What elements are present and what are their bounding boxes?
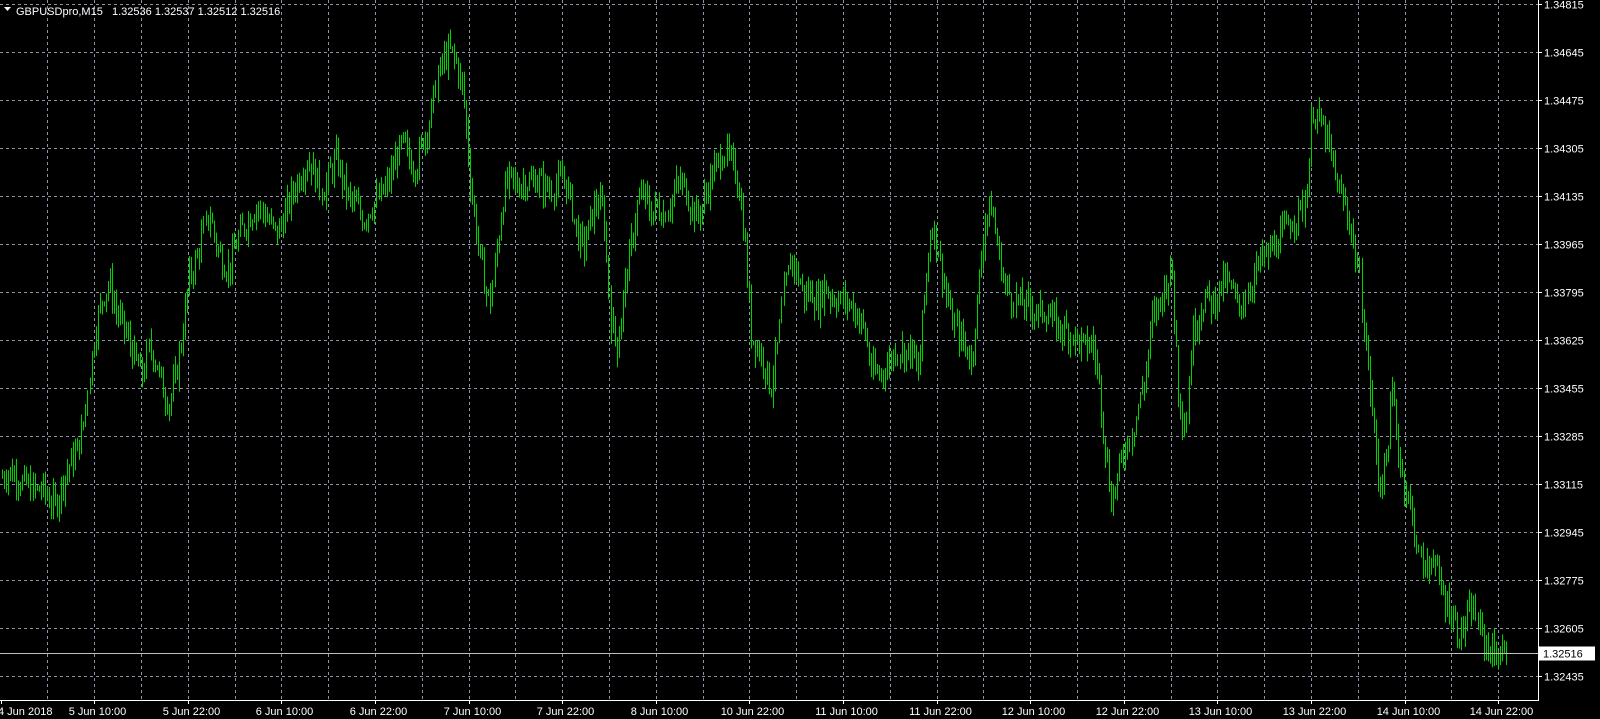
time-tick-label: 5 Jun 22:00 [163, 706, 221, 718]
price-chart[interactable]: 1.34815 1.34645 1.34475 1.34305 1.34135 1.339… [0, 0, 1600, 719]
time-tick-label: 12 Jun 22:00 [1096, 706, 1160, 718]
price-tick-label: 1.34305 [1544, 144, 1584, 156]
time-tick-label: 11 Jun 22:00 [909, 706, 972, 718]
time-tick-label: 8 Jun 10:00 [631, 706, 689, 718]
price-axis[interactable]: 1.34815 1.34645 1.34475 1.34305 1.34135 1.339… [1538, 0, 1584, 684]
time-tick-label: 11 Jun 10:00 [815, 706, 878, 718]
time-tick-label: 13 Jun 10:00 [1189, 706, 1253, 718]
price-tick-label: 1.32605 [1544, 624, 1584, 636]
chart-header: GBPUSDpro,M15 1.32536 1.32537 1.32512 1.… [4, 6, 280, 18]
time-tick-label: 14 Jun 10:00 [1377, 706, 1441, 718]
current-price-tag-text: 1.32516 [1543, 649, 1583, 661]
time-tick-label: 14 Jun 22:00 [1470, 706, 1534, 718]
time-tick-label: 7 Jun 10:00 [444, 706, 502, 718]
price-tick-label: 1.34135 [1544, 192, 1584, 204]
time-tick-label: 5 Jun 10:00 [69, 706, 127, 718]
price-tick-label: 1.33625 [1544, 336, 1584, 348]
time-tick-label: 6 Jun 22:00 [350, 706, 408, 718]
time-tick-label: 7 Jun 22:00 [537, 706, 595, 718]
symbol-label: GBPUSDpro,M15 [16, 6, 103, 18]
price-tick-label: 1.32775 [1544, 576, 1584, 588]
price-tick-label: 1.33965 [1544, 240, 1584, 252]
price-tick-label: 1.34645 [1544, 48, 1584, 60]
time-tick-label: 13 Jun 22:00 [1283, 706, 1347, 718]
time-tick-label: 10 Jun 22:00 [721, 706, 785, 718]
price-tick-label: 1.33285 [1544, 432, 1584, 444]
price-tick-label: 1.33115 [1544, 480, 1583, 492]
ohlc-values: 1.32536 1.32537 1.32512 1.32516 [112, 6, 280, 18]
time-tick-label: 12 Jun 10:00 [1002, 706, 1066, 718]
price-tick-label: 1.32435 [1544, 672, 1584, 684]
price-tick-label: 1.34815 [1544, 0, 1584, 12]
time-tick-label: 4 Jun 2018 [0, 706, 52, 718]
current-price-tag: 1.32516 [1539, 646, 1595, 661]
price-tick-label: 1.34475 [1544, 96, 1584, 108]
price-tick-label: 1.33455 [1544, 384, 1584, 396]
time-tick-label: 6 Jun 10:00 [256, 706, 314, 718]
chart-background [0, 0, 1600, 719]
price-tick-label: 1.32945 [1544, 528, 1584, 540]
price-tick-label: 1.33795 [1544, 288, 1584, 300]
